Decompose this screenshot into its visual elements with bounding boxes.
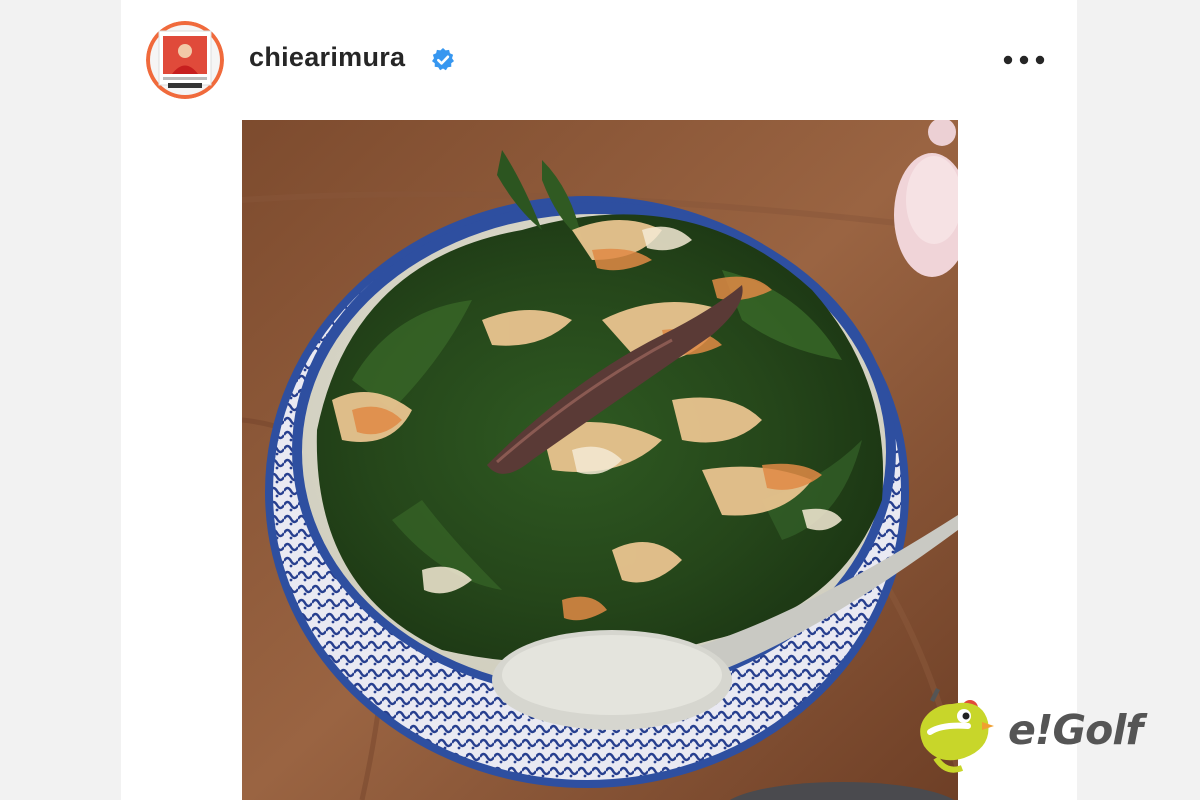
post-photo[interactable] <box>242 120 958 800</box>
avatar-image <box>146 21 224 99</box>
page: chiearimura e!Golf <box>0 0 1200 800</box>
post-username[interactable]: chiearimura <box>249 42 405 73</box>
food-photo <box>242 120 958 800</box>
post-header: chiearimura <box>121 0 1077 120</box>
instagram-post: chiearimura <box>121 0 1077 800</box>
more-options-icon[interactable] <box>997 44 1051 76</box>
watermark-text: e!Golf <box>1008 706 1143 754</box>
verified-badge-icon <box>432 48 454 71</box>
avatar[interactable] <box>146 21 224 99</box>
egolf-mascot-logo <box>920 688 994 773</box>
egolf-watermark: e!Golf <box>912 686 1182 776</box>
